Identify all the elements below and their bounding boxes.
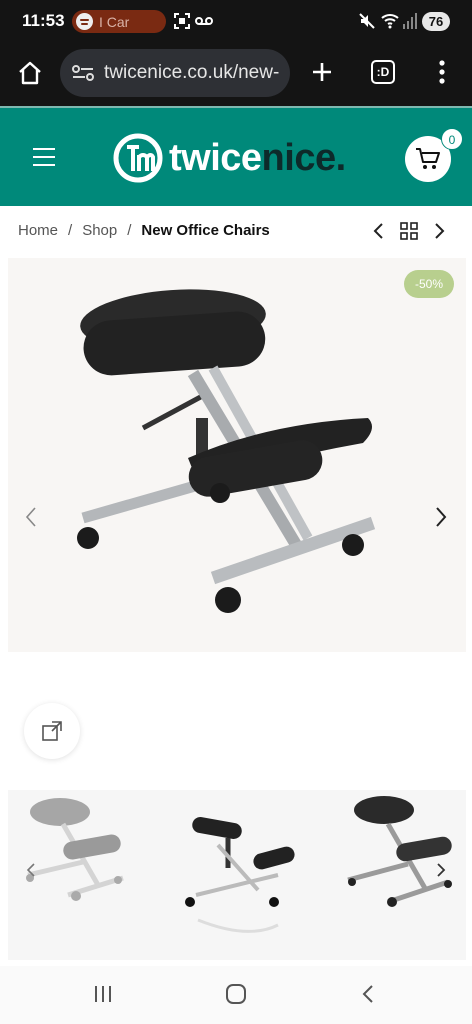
spotify-icon <box>76 13 93 30</box>
breadcrumb-separator: / <box>127 222 132 239</box>
thumb-prev-icon[interactable] <box>26 862 36 878</box>
product-gallery[interactable] <box>8 258 466 652</box>
site-settings-icon[interactable] <box>72 64 94 82</box>
prev-product-icon[interactable] <box>372 222 386 240</box>
thumbnail-3[interactable] <box>338 790 466 960</box>
logo-mark-icon <box>113 133 163 183</box>
breadcrumb-separator: / <box>68 222 73 239</box>
home-icon[interactable] <box>17 60 43 86</box>
system-nav-bar <box>0 966 472 1024</box>
product-image <box>77 289 376 613</box>
breadcrumb-shop[interactable]: Shop <box>82 222 117 239</box>
logo-text: twicenice. <box>169 136 346 179</box>
site-logo[interactable]: twicenice. <box>113 132 346 184</box>
cart-count-badge: 0 <box>441 128 463 150</box>
status-bar: 11:53 I Car 76 <box>0 0 472 42</box>
menu-icon[interactable] <box>437 59 447 85</box>
recent-apps-icon[interactable] <box>92 984 114 1004</box>
site-header: twicenice. 0 <box>0 106 472 206</box>
tab-switcher-icon[interactable]: :D <box>371 60 395 84</box>
browser-toolbar: twicenice.co.uk/new- :D <box>0 42 472 106</box>
thumbnail-strip <box>8 790 466 960</box>
screenshot-icon <box>174 13 190 29</box>
thumb-next-icon[interactable] <box>436 862 446 878</box>
cart-icon <box>416 148 440 169</box>
gallery-spacer <box>18 652 454 792</box>
media-pill[interactable]: I Car <box>72 10 166 33</box>
discount-badge: -50% <box>404 270 454 298</box>
hamburger-menu-icon[interactable] <box>33 148 55 166</box>
media-text: I Car <box>99 13 130 30</box>
url-bar[interactable]: twicenice.co.uk/new- <box>60 49 290 97</box>
gallery-next-icon[interactable] <box>434 506 448 528</box>
new-tab-icon[interactable] <box>310 60 334 84</box>
clock: 11:53 <box>22 11 65 30</box>
gallery-prev-icon[interactable] <box>24 506 38 528</box>
mute-icon <box>359 13 375 29</box>
next-product-icon[interactable] <box>432 222 446 240</box>
url-text: twicenice.co.uk/new- <box>104 62 280 83</box>
home-button-icon[interactable] <box>225 984 247 1004</box>
grid-view-icon[interactable] <box>400 222 418 240</box>
breadcrumb-home[interactable]: Home <box>18 222 58 239</box>
wifi-icon <box>381 14 399 29</box>
breadcrumb-current: New Office Chairs <box>141 222 270 239</box>
battery-indicator: 76 <box>422 12 450 31</box>
zoom-button[interactable] <box>24 703 80 759</box>
back-button-icon[interactable] <box>360 984 376 1004</box>
signal-icon <box>403 13 417 29</box>
thumbnail-2[interactable] <box>178 790 308 960</box>
breadcrumb: Home / Shop / New Office Chairs <box>18 222 270 239</box>
voicemail-icon <box>195 17 213 25</box>
expand-icon <box>42 721 62 741</box>
